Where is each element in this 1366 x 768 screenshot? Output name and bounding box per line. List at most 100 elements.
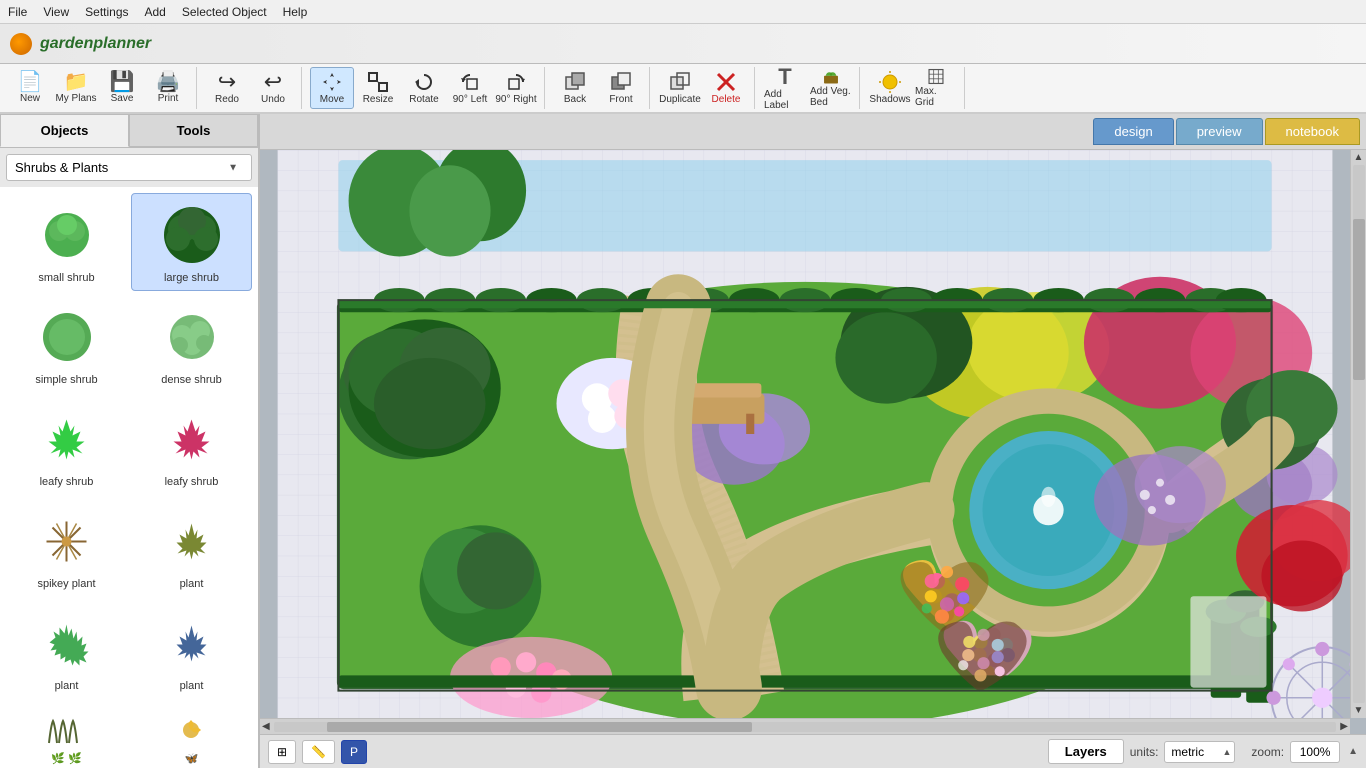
delete-icon [715,71,737,93]
back-button[interactable]: Back [553,67,597,109]
move-icon [321,71,343,93]
addveg-button[interactable]: Add Veg. Bed [809,67,853,109]
shadows-button[interactable]: Shadows [868,67,912,109]
myplans-icon: 📁 [64,72,89,92]
vertical-scrollbar[interactable]: ▲ ▼ [1350,150,1366,718]
layers-button[interactable]: Layers [1048,739,1124,764]
app-header: gardenplanner [0,24,1366,64]
menu-view[interactable]: View [43,5,69,19]
menu-settings[interactable]: Settings [85,5,128,19]
spikey-plant-label: spikey plant [37,578,95,590]
addlabel-label: Add Label [764,89,806,111]
tab-objects[interactable]: Objects [0,114,129,147]
rotate-label: Rotate [409,94,438,105]
large-shrub-icon [157,200,227,270]
object-small-shrub[interactable]: small shrub [6,193,127,291]
object-flower1[interactable]: 🦋 [131,703,252,768]
tab-notebook[interactable]: notebook [1265,118,1361,145]
front-icon [610,71,632,93]
resize-label: Resize [363,94,394,105]
menu-file[interactable]: File [8,5,27,19]
rotate-button[interactable]: Rotate [402,67,446,109]
rotate90r-button[interactable]: 90° Right [494,67,538,109]
print-label: Print [158,93,179,104]
statusbar: ⊞ 📏 P Layers units: metric imperial zoom… [260,734,1366,768]
leafy-shrub-red-icon [157,404,227,474]
menu-add[interactable]: Add [145,5,166,19]
zoom-value: 100% [1290,741,1340,763]
dense-shrub-label: dense shrub [161,374,222,386]
canvas-wrap[interactable]: ◀ ▶ ▲ ▼ [260,150,1366,734]
category-select[interactable]: Shrubs & Plants Trees Flowers Garden Str… [6,154,252,181]
new-button[interactable]: 📄 New [8,67,52,109]
object-plant3[interactable]: plant [131,601,252,699]
maxgrid-button[interactable]: Max. Grid [914,67,958,109]
app-logo [10,33,32,55]
duplicate-button[interactable]: Duplicate [658,67,702,109]
new-label: New [20,93,40,104]
leafy-shrub-green-icon [32,404,102,474]
duplicate-icon [669,71,691,93]
flower1-icon [157,710,227,750]
rotate90l-button[interactable]: 90° Left [448,67,492,109]
object-simple-shrub[interactable]: simple shrub [6,295,127,393]
ruler-btn[interactable]: 📏 [302,740,335,764]
scroll-down-btn[interactable]: ▼ [1352,703,1366,718]
addlabel-button[interactable]: T Add Label [763,67,807,109]
object-leafy-shrub-red[interactable]: leafy shrub [131,397,252,495]
back-icon [564,71,586,93]
front-label: Front [609,94,632,105]
redo-button[interactable]: ↪ Redo [205,67,249,109]
undo-button[interactable]: ↩ Undo [251,67,295,109]
units-select[interactable]: metric imperial [1164,741,1235,763]
v-scroll-thumb[interactable] [1353,219,1365,380]
undo-icon: ↩ [264,71,282,93]
toolbar: 📄 New 📁 My Plans 💾 Save 🖨️ Print ↪ Redo … [0,64,1366,114]
rotate90r-label: 90° Right [495,94,536,105]
print-button[interactable]: 🖨️ Print [146,67,190,109]
garden-canvas[interactable] [260,150,1350,718]
menu-selected-object[interactable]: Selected Object [182,5,267,19]
object-dense-shrub[interactable]: dense shrub [131,295,252,393]
save-button[interactable]: 💾 Save [100,67,144,109]
resize-button[interactable]: Resize [356,67,400,109]
tab-design[interactable]: design [1093,118,1173,145]
tab-tools[interactable]: Tools [129,114,258,147]
panel-tabs: Objects Tools [0,114,258,148]
v-scroll-track [1353,165,1365,703]
front-button[interactable]: Front [599,67,643,109]
object-grass1[interactable]: 🌿 🌿 [6,703,127,768]
grid-view-btn[interactable]: ⊞ [268,740,296,764]
resize-icon [367,71,389,93]
object-spikey-plant[interactable]: spikey plant [6,499,127,597]
object-leafy-shrub-green[interactable]: leafy shrub [6,397,127,495]
object-plant1[interactable]: plant [131,499,252,597]
scroll-up-btn[interactable]: ▲ [1352,150,1366,165]
move-button[interactable]: Move [310,67,354,109]
plant2-icon [32,608,102,678]
object-large-shrub[interactable]: large shrub [131,193,252,291]
left-panel: Objects Tools Shrubs & Plants Trees Flow… [0,114,260,768]
view-tabs: design preview notebook [260,114,1366,150]
p-btn[interactable]: P [341,740,367,764]
large-shrub-label: large shrub [164,272,219,284]
rotate90l-icon [459,71,481,93]
leafy-shrub-green-label: leafy shrub [40,476,94,488]
delete-label: Delete [712,94,741,105]
back-label: Back [564,94,586,105]
objects-grid: small shrub large shrub simple shrub [0,187,258,768]
myplans-button[interactable]: 📁 My Plans [54,67,98,109]
delete-button[interactable]: Delete [704,67,748,109]
tab-preview[interactable]: preview [1176,118,1263,145]
plant2-label: plant [55,680,79,692]
h-scroll-thumb[interactable] [327,722,752,732]
rotate90r-icon [505,71,527,93]
object-plant2[interactable]: plant [6,601,127,699]
redo-label: Redo [215,94,239,105]
horizontal-scrollbar[interactable]: ◀ ▶ [260,718,1350,734]
menu-help[interactable]: Help [283,5,308,19]
scroll-right-btn[interactable]: ▶ [1338,719,1350,734]
zoom-up-btn[interactable]: ▲ [1348,746,1358,757]
scroll-left-btn[interactable]: ◀ [260,719,272,734]
print-icon: 🖨️ [156,72,181,92]
